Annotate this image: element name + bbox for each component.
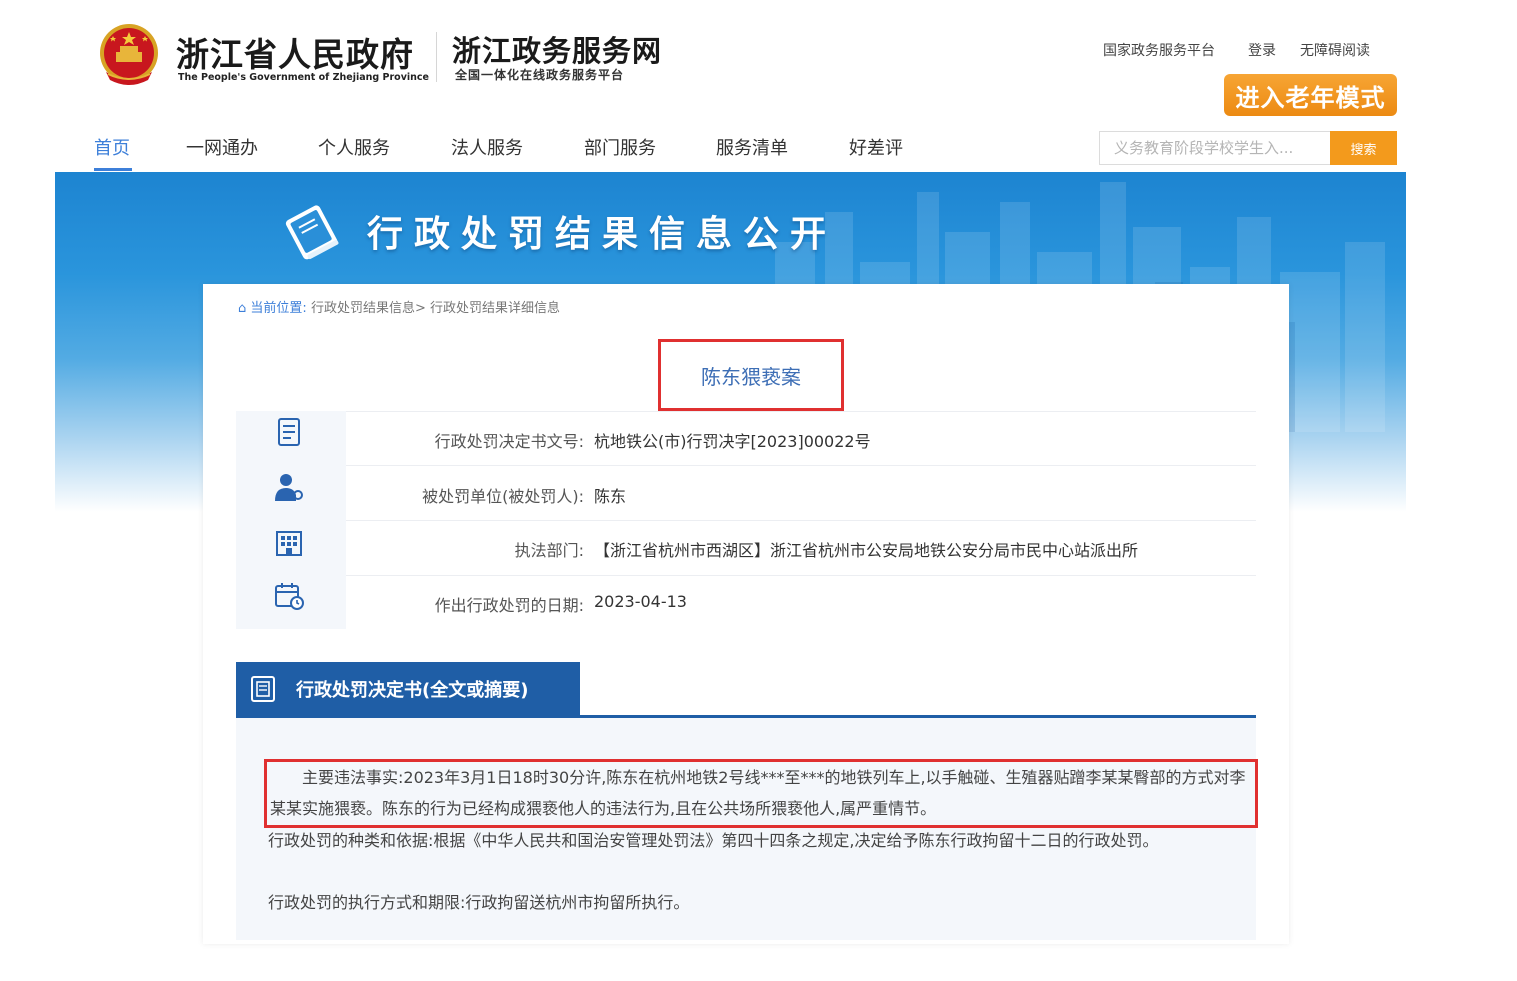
document-icon — [272, 416, 306, 448]
nav-department-services[interactable]: 部门服务 — [584, 134, 656, 160]
nav-rating[interactable]: 好差评 — [849, 134, 903, 160]
main-violation-facts: 主要违法事实:2023年3月1日18时30分许,陈东在杭州地铁2号线***至**… — [270, 768, 1246, 818]
decision-section-header: 行政处罚决定书(全文或摘要) — [236, 662, 580, 716]
elder-mode-button[interactable]: 进入老年模式 — [1224, 74, 1397, 116]
case-title: 陈东猥亵案 — [701, 364, 801, 389]
case-title-highlight: 陈东猥亵案 — [658, 339, 844, 411]
accessibility-link[interactable]: 无障碍阅读 — [1300, 40, 1370, 60]
national-platform-link[interactable]: 国家政务服务平台 — [1103, 40, 1215, 60]
home-icon[interactable]: ⌂ — [238, 301, 246, 316]
enforcement-dept-label: 执法部门: — [514, 541, 584, 560]
document-icon — [248, 674, 278, 704]
breadcrumb: ⌂ 当前位置: 行政处罚结果信息> 行政处罚结果详细信息 — [238, 297, 560, 316]
breadcrumb-current-label: 当前位置: — [250, 301, 307, 316]
decision-number-value: 杭地铁公(市)行罚决字[2023]00022号 — [594, 432, 871, 451]
penalized-party-label: 被处罚单位(被处罚人): — [422, 487, 584, 506]
info-divider — [346, 575, 1256, 576]
breadcrumb-path[interactable]: 行政处罚结果信息> 行政处罚结果详细信息 — [311, 301, 560, 316]
info-divider — [346, 520, 1256, 521]
building-icon — [272, 527, 306, 559]
penalty-date-label: 作出行政处罚的日期: — [434, 596, 584, 615]
penalty-basis: 行政处罚的种类和依据:根据《中华人民共和国治安管理处罚法》第四十四条之规定,决定… — [268, 831, 1159, 850]
search-button[interactable]: 搜索 — [1330, 131, 1397, 165]
enforcement-dept-value: 【浙江省杭州市西湖区】浙江省杭州市公安局地铁公安分局市民中心站派出所 — [594, 541, 1139, 560]
gov-subtitle: The People's Government of Zhejiang Prov… — [178, 72, 429, 83]
penalty-date-value: 2023-04-13 — [594, 592, 687, 611]
person-icon — [272, 471, 306, 503]
book-icon — [280, 200, 344, 262]
info-divider — [346, 411, 1256, 412]
nav-personal-services[interactable]: 个人服务 — [318, 134, 390, 160]
service-title[interactable]: 浙江政务服务网 — [452, 28, 662, 70]
calendar-icon — [272, 580, 306, 612]
service-subtitle: 全国一体化在线政务服务平台 — [455, 68, 625, 82]
decision-section-title: 行政处罚决定书(全文或摘要) — [296, 680, 529, 701]
penalty-execution: 行政处罚的执行方式和期限:行政拘留送杭州市拘留所执行。 — [268, 893, 690, 912]
nav-legal-entity-services[interactable]: 法人服务 — [451, 134, 523, 160]
nav-service-list[interactable]: 服务清单 — [716, 134, 788, 160]
national-emblem-logo — [98, 22, 160, 88]
info-divider — [346, 465, 1256, 466]
penalized-party-value: 陈东 — [594, 487, 627, 506]
login-link[interactable]: 登录 — [1248, 40, 1276, 60]
search-input[interactable] — [1099, 131, 1331, 165]
banner-title: 行政处罚结果信息公开 — [367, 213, 838, 255]
nav-one-stop[interactable]: 一网通办 — [186, 134, 258, 160]
gov-title[interactable]: 浙江省人民政府 — [176, 28, 414, 76]
decision-number-label: 行政处罚决定书文号: — [434, 432, 584, 451]
header-divider — [436, 32, 437, 82]
nav-active-indicator — [94, 168, 132, 171]
nav-home[interactable]: 首页 — [94, 134, 130, 160]
